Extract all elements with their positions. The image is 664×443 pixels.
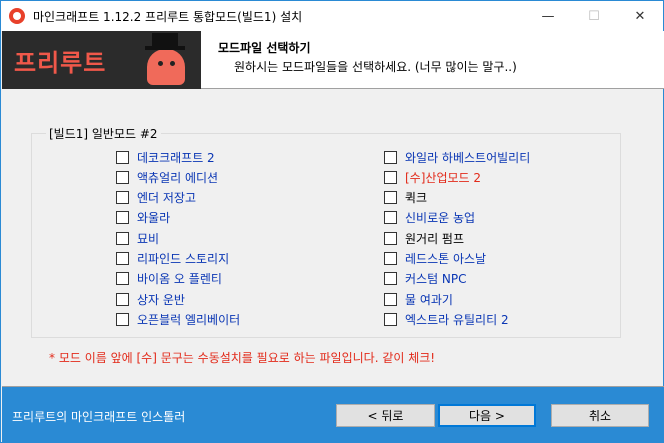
checkbox[interactable]: [116, 272, 129, 286]
next-button[interactable]: 다음 >: [438, 404, 536, 427]
checkbox[interactable]: [116, 170, 129, 184]
checkbox[interactable]: [116, 312, 129, 326]
mod-checkbox-item[interactable]: 신비로운 농업: [384, 209, 475, 227]
mod-checkbox-item[interactable]: 데코크래프트 2: [116, 148, 215, 166]
checkbox[interactable]: [384, 231, 397, 245]
mod-label[interactable]: 신비로운 농업: [405, 209, 475, 226]
banner-text: 프리루트: [14, 49, 107, 77]
checkbox[interactable]: [116, 292, 129, 306]
checkbox[interactable]: [384, 252, 397, 265]
group-legend: [빌드1] 일반모드 #2: [46, 125, 161, 142]
mod-checkbox-item[interactable]: 와일라 하베스트어빌리티: [384, 148, 530, 166]
app-icon: [9, 8, 25, 24]
wizard-header: 프리루트 모드파일 선택하기 원하시는 모드파일들을 선택하세요. (너무 많이…: [2, 31, 664, 89]
mod-label[interactable]: 원거리 펌프: [405, 230, 464, 247]
window-controls: — ☐ ✕: [525, 1, 663, 31]
checkbox[interactable]: [116, 231, 129, 245]
mod-checkbox-item[interactable]: 엑스트라 유틸리티 2: [384, 310, 509, 328]
maximize-button: ☐: [588, 8, 600, 24]
mod-label[interactable]: 퀵크: [405, 189, 427, 206]
mod-checkbox-item[interactable]: 물 여과기: [384, 290, 453, 308]
page-subtitle: 원하시는 모드파일들을 선택하세요. (너무 많이는 말구..): [234, 60, 517, 74]
cancel-button[interactable]: 취소: [551, 404, 649, 427]
checkbox[interactable]: [384, 191, 397, 205]
checkbox[interactable]: [384, 312, 397, 326]
mascot-eye-right: [170, 61, 175, 66]
mod-label[interactable]: [수]산업모드 2: [405, 169, 481, 186]
mascot-eye-left: [158, 61, 163, 66]
checkbox[interactable]: [384, 292, 397, 306]
footer-bar: 프리루트의 마인크래프트 인스톨러 < 뒤로 다음 > 취소: [2, 387, 664, 443]
close-button[interactable]: ✕: [617, 1, 663, 31]
mod-checkbox-item[interactable]: 원거리 펌프: [384, 229, 464, 247]
mod-label[interactable]: 데코크래프트 2: [137, 149, 215, 166]
mod-label[interactable]: 와울라: [137, 209, 170, 226]
mod-checkbox-item[interactable]: 퀵크: [384, 189, 427, 207]
installer-window: 마인크래프트 1.12.2 프리루트 통합모드(빌드1) 설치 — ☐ ✕ 프리…: [0, 0, 664, 443]
installer-brand: 프리루트의 마인크래프트 인스톨러: [12, 410, 186, 424]
checkbox[interactable]: [116, 191, 129, 205]
minimize-button[interactable]: —: [525, 1, 571, 31]
mod-label[interactable]: 리파인드 스토리지: [137, 250, 229, 267]
checkbox[interactable]: [116, 150, 129, 164]
mod-checkbox-item[interactable]: 와울라: [116, 209, 170, 227]
mod-checkbox-item[interactable]: [수]산업모드 2: [384, 168, 481, 186]
mod-label[interactable]: 바이옴 오 플렌티: [137, 270, 222, 287]
mod-checkbox-item[interactable]: 엔더 저장고: [116, 189, 196, 207]
mod-label[interactable]: 묘비: [137, 230, 159, 247]
checkbox[interactable]: [384, 211, 397, 225]
mod-checkbox-item[interactable]: 묘비: [116, 229, 159, 247]
manual-install-notice: * 모드 이름 앞에 [수] 문구는 수동설치를 필요로 하는 파일입니다. 같…: [49, 351, 436, 365]
mascot-icon: [147, 49, 185, 85]
mod-label[interactable]: 엔더 저장고: [137, 189, 196, 206]
mod-checkbox-item[interactable]: 액츄얼리 에디션: [116, 168, 218, 186]
mod-label[interactable]: 커스텀 NPC: [405, 270, 467, 287]
mod-label[interactable]: 레드스톤 아스날: [405, 250, 486, 267]
mod-checkbox-item[interactable]: 바이옴 오 플렌티: [116, 270, 222, 288]
mod-checkbox-item[interactable]: 리파인드 스토리지: [116, 250, 229, 268]
back-button[interactable]: < 뒤로: [336, 404, 435, 427]
top-hat-brim: [145, 46, 185, 50]
mod-checkbox-item[interactable]: 커스텀 NPC: [384, 270, 467, 288]
mod-label[interactable]: 와일라 하베스트어빌리티: [405, 149, 530, 166]
checkbox[interactable]: [116, 252, 129, 265]
mod-label[interactable]: 물 여과기: [405, 291, 453, 308]
mod-label[interactable]: 엑스트라 유틸리티 2: [405, 311, 509, 328]
checkbox[interactable]: [116, 211, 129, 225]
top-hat-icon: [152, 33, 178, 47]
checkbox[interactable]: [384, 170, 397, 184]
checkbox[interactable]: [384, 272, 397, 286]
mod-checkbox-item[interactable]: 레드스톤 아스날: [384, 250, 486, 268]
banner-logo: 프리루트: [2, 31, 201, 89]
title-bar[interactable]: 마인크래프트 1.12.2 프리루트 통합모드(빌드1) 설치 — ☐ ✕: [1, 1, 663, 31]
mod-label[interactable]: 상자 운반: [137, 291, 185, 308]
mod-checkbox-item[interactable]: 오픈블럭 엘리베이터: [116, 310, 240, 328]
window-title: 마인크래프트 1.12.2 프리루트 통합모드(빌드1) 설치: [33, 9, 303, 24]
mod-checkbox-item[interactable]: 상자 운반: [116, 290, 185, 308]
mod-label[interactable]: 오픈블럭 엘리베이터: [137, 311, 240, 328]
page-title: 모드파일 선택하기: [218, 41, 311, 55]
checkbox[interactable]: [384, 150, 397, 164]
mod-label[interactable]: 액츄얼리 에디션: [137, 169, 218, 186]
